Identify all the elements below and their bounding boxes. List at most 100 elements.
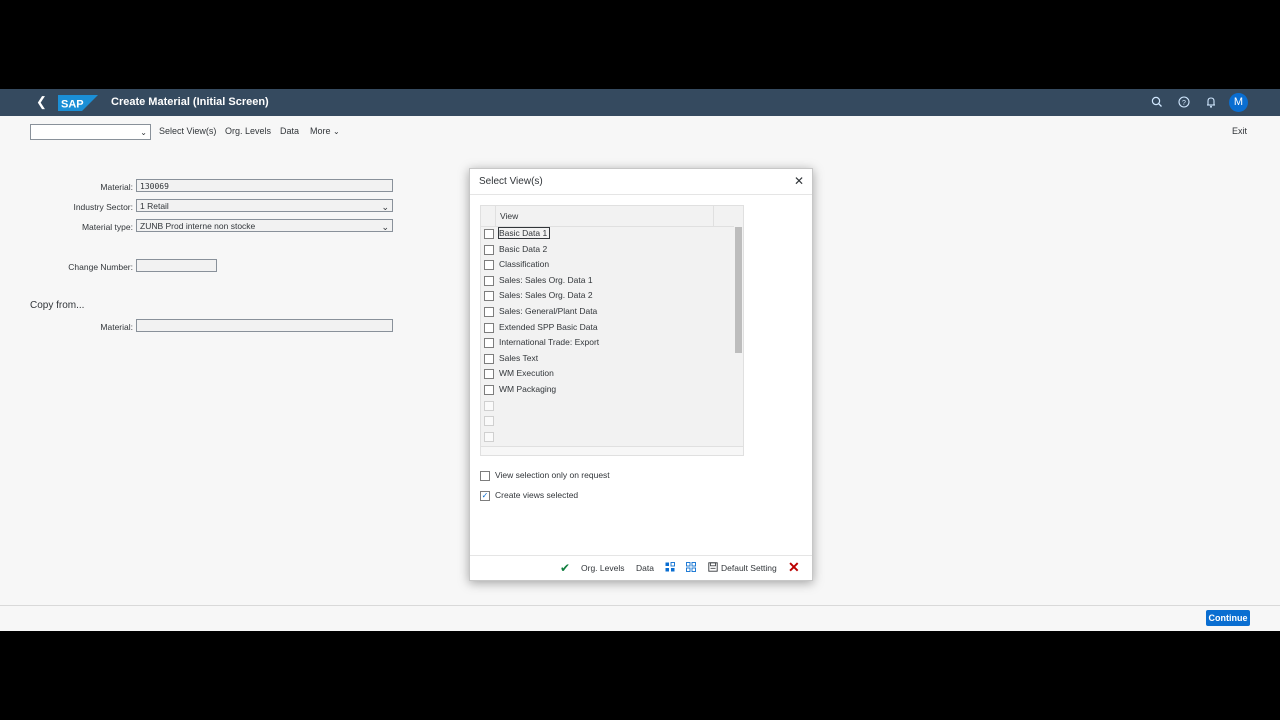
create-views-selected-checkbox[interactable]: ✓ bbox=[480, 491, 490, 501]
variant-select[interactable]: ⌄ bbox=[30, 124, 151, 140]
row-checkbox[interactable] bbox=[484, 369, 494, 380]
table-row[interactable]: Sales: Sales Org. Data 1 bbox=[481, 274, 713, 289]
table-row[interactable]: Extended SPP Basic Data bbox=[481, 321, 713, 336]
row-checkbox[interactable] bbox=[484, 338, 494, 349]
org-levels-button[interactable]: Org. Levels bbox=[225, 126, 271, 136]
table-row[interactable]: Sales: General/Plant Data bbox=[481, 305, 713, 320]
copy-material-label: Material: bbox=[100, 322, 133, 332]
column-settings-cell[interactable] bbox=[714, 206, 734, 227]
exit-button[interactable]: Exit bbox=[1232, 126, 1247, 136]
table-row[interactable]: Sales Text bbox=[481, 352, 713, 367]
sap-logo-text: SAP bbox=[61, 99, 84, 111]
dialog-footer: ✔ Org. Levels Data Default Setting ✕ bbox=[470, 555, 812, 581]
shell-bar: ❮ SAP Create Material (Initial Screen) ?… bbox=[0, 89, 1280, 116]
page-title: Create Material (Initial Screen) bbox=[111, 96, 269, 108]
view-name: Sales: General/Plant Data bbox=[499, 306, 598, 316]
industry-sector-value: 1 Retail bbox=[140, 201, 169, 211]
change-number-label: Change Number: bbox=[68, 262, 133, 272]
copy-from-title: Copy from... bbox=[30, 300, 85, 311]
more-label: More bbox=[310, 126, 331, 136]
view-selection-on-request-checkbox[interactable] bbox=[480, 471, 490, 481]
table-row[interactable]: Basic Data 2 bbox=[481, 243, 713, 258]
row-checkbox[interactable] bbox=[484, 275, 494, 286]
row-checkbox[interactable] bbox=[484, 353, 494, 364]
avatar[interactable]: M bbox=[1229, 93, 1248, 112]
select-views-button[interactable]: Select View(s) bbox=[159, 126, 216, 136]
sap-logo[interactable]: SAP bbox=[58, 95, 98, 111]
data-button[interactable]: Data bbox=[280, 126, 299, 136]
change-number-field[interactable] bbox=[136, 259, 217, 272]
view-name: Classification bbox=[499, 259, 550, 270]
app-screen: ❮ SAP Create Material (Initial Screen) ?… bbox=[0, 89, 1280, 631]
select-views-dialog: Select View(s) ✕ View Basic Data 1 Basic… bbox=[469, 168, 813, 581]
view-name: Sales: Sales Org. Data 1 bbox=[499, 274, 593, 285]
view-name: WM Execution bbox=[499, 368, 554, 379]
dialog-data-button[interactable]: Data bbox=[636, 563, 654, 573]
material-type-label: Material type: bbox=[81, 222, 133, 232]
table-row[interactable]: Sales: Sales Org. Data 2 bbox=[481, 289, 713, 304]
deselect-all-icon[interactable] bbox=[686, 562, 696, 572]
view-name: Sales: Sales Org. Data 2 bbox=[499, 290, 593, 301]
chevron-down-icon: ⌄ bbox=[333, 127, 340, 136]
empty-row bbox=[481, 430, 713, 445]
default-setting-button[interactable]: Default Setting bbox=[721, 563, 777, 573]
row-checkbox[interactable] bbox=[484, 229, 494, 239]
dialog-title: Select View(s) bbox=[479, 176, 543, 187]
table-row[interactable]: International Trade: Export bbox=[481, 336, 713, 351]
view-column-header[interactable]: View bbox=[496, 206, 714, 227]
view-name: Basic Data 1 bbox=[497, 227, 551, 239]
create-views-selected-label: Create views selected bbox=[495, 490, 579, 500]
view-name: Extended SPP Basic Data bbox=[499, 321, 598, 332]
row-checkbox[interactable] bbox=[484, 260, 494, 271]
view-column-label: View bbox=[500, 211, 519, 221]
view-name: WM Packaging bbox=[499, 384, 557, 394]
back-icon[interactable]: ❮ bbox=[36, 95, 48, 109]
empty-row bbox=[481, 399, 713, 414]
view-name: International Trade: Export bbox=[499, 337, 600, 348]
row-checkbox[interactable] bbox=[484, 291, 494, 302]
material-field[interactable]: 130069 bbox=[136, 179, 393, 192]
table-row[interactable]: Basic Data 1 bbox=[481, 227, 713, 242]
chevron-down-icon: ⌄ bbox=[381, 202, 389, 212]
row-checkbox[interactable] bbox=[484, 385, 494, 395]
table-row[interactable]: WM Execution bbox=[481, 367, 713, 382]
confirm-check-icon[interactable]: ✔ bbox=[560, 561, 570, 575]
view-name: Sales Text bbox=[499, 352, 539, 363]
row-checkbox[interactable] bbox=[484, 322, 494, 333]
table-row[interactable]: WM Packaging bbox=[481, 383, 713, 398]
page-footer bbox=[0, 605, 1280, 631]
chevron-down-icon: ⌄ bbox=[140, 128, 147, 137]
continue-button[interactable]: Continue bbox=[1206, 610, 1250, 626]
notifications-icon[interactable] bbox=[1204, 95, 1218, 109]
select-all-icon[interactable] bbox=[665, 562, 675, 572]
industry-sector-label: Industry Sector: bbox=[73, 202, 133, 212]
chevron-down-icon: ⌄ bbox=[381, 222, 389, 232]
dialog-org-levels-button[interactable]: Org. Levels bbox=[581, 563, 624, 573]
search-icon[interactable] bbox=[1150, 95, 1164, 109]
help-icon[interactable]: ? bbox=[1177, 95, 1191, 109]
copy-material-field[interactable] bbox=[136, 319, 393, 332]
table-row[interactable]: Classification bbox=[481, 258, 713, 273]
select-all-cell[interactable] bbox=[481, 206, 496, 227]
row-checkbox[interactable] bbox=[484, 244, 494, 255]
horizontal-scrollbar[interactable] bbox=[481, 446, 743, 455]
view-selection-on-request-label: View selection only on request bbox=[495, 470, 610, 480]
close-icon[interactable]: ✕ bbox=[793, 175, 805, 187]
material-type-select[interactable]: ZUNB Prod interne non stocke ⌄ bbox=[136, 219, 393, 232]
material-type-value: ZUNB Prod interne non stocke bbox=[140, 221, 256, 231]
empty-row-checkbox bbox=[484, 431, 494, 442]
view-name: Basic Data 2 bbox=[499, 243, 548, 254]
dialog-divider bbox=[470, 194, 812, 195]
cancel-icon[interactable]: ✕ bbox=[788, 559, 800, 576]
vertical-scrollbar-thumb[interactable] bbox=[735, 227, 742, 353]
industry-sector-select[interactable]: 1 Retail ⌄ bbox=[136, 199, 393, 212]
svg-text:?: ? bbox=[1182, 100, 1186, 107]
more-button[interactable]: More ⌄ bbox=[310, 126, 340, 136]
material-label: Material: bbox=[100, 182, 133, 192]
empty-row-checkbox bbox=[484, 400, 494, 411]
row-checkbox[interactable] bbox=[484, 307, 494, 317]
save-icon[interactable] bbox=[708, 562, 718, 572]
empty-row-checkbox bbox=[484, 416, 494, 427]
empty-row bbox=[481, 414, 713, 429]
views-table: View Basic Data 1 Basic Data 2 Classific… bbox=[480, 205, 744, 456]
